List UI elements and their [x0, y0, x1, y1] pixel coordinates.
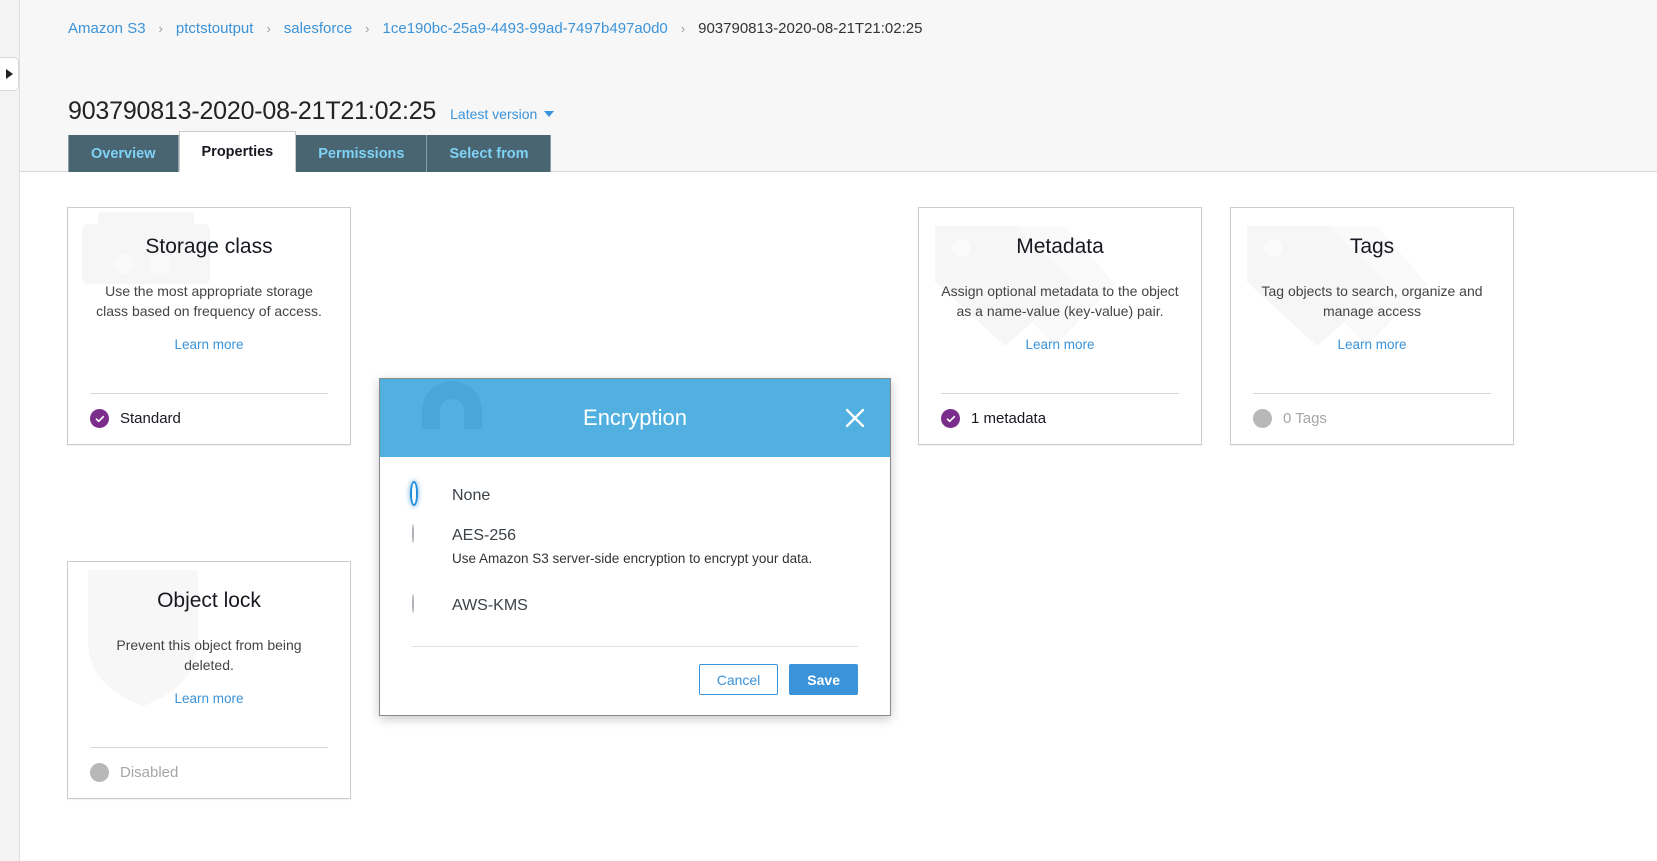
tab-select-from[interactable]: Select from [427, 135, 552, 172]
breadcrumb-separator: › [365, 20, 370, 36]
card-tags-body: Tags Tag objects to search, organize and… [1231, 208, 1513, 354]
page-title: 903790813-2020-08-21T21:02:25 [68, 96, 437, 125]
card-tags-status: 0 Tags [1253, 409, 1491, 428]
breadcrumb-separator: › [158, 20, 163, 36]
tab-bar: Overview Properties Permissions Select f… [68, 131, 552, 172]
encryption-dialog: Encryption None AES-256 Use Amazon S3 se… [379, 378, 891, 717]
encryption-dialog-body: None AES-256 Use Amazon S3 server-side e… [380, 457, 890, 648]
radio-aes256-texts: AES-256 Use Amazon S3 server-side encryp… [452, 524, 812, 568]
radio-aes256-label: AES-256 [452, 527, 517, 544]
card-object-lock-status: Disabled [90, 763, 328, 782]
radio-none-label: None [452, 487, 491, 504]
status-empty-icon [1253, 409, 1272, 428]
card-object-lock-status-label: Disabled [120, 764, 179, 781]
divider [90, 747, 328, 748]
radio-aws-kms-outer [412, 594, 435, 618]
card-storage-class-footer: Standard [90, 393, 328, 428]
card-storage-class-title: Storage class [145, 235, 273, 258]
card-tags-footer: 0 Tags [1253, 393, 1491, 428]
divider [1253, 393, 1491, 394]
status-check-icon [941, 409, 960, 428]
radio-none[interactable] [412, 483, 416, 504]
encryption-dialog-title: Encryption [583, 405, 687, 430]
radio-aws-kms[interactable] [412, 594, 414, 614]
save-button[interactable]: Save [789, 664, 858, 696]
card-metadata-status: 1 metadata [941, 409, 1179, 428]
version-selector-label: Latest version [450, 105, 538, 122]
version-selector[interactable]: Latest version [450, 105, 555, 122]
card-storage-class-body: Storage class Use the most appropriate s… [68, 208, 350, 354]
card-storage-class-status: Standard [90, 409, 328, 428]
content-left-rail [0, 172, 20, 861]
card-tags-description: Tag objects to search, organize and mana… [1261, 283, 1483, 320]
sidebar-expand-toggle[interactable] [0, 57, 19, 91]
card-tags-title: Tags [1349, 235, 1395, 258]
card-tags-learn-more[interactable]: Learn more [1337, 337, 1406, 352]
radio-aes256-description: Use Amazon S3 server-side encryption to … [452, 550, 813, 566]
divider [90, 393, 328, 394]
tab-overview[interactable]: Overview [68, 135, 179, 172]
radio-aes256[interactable] [412, 524, 414, 543]
breadcrumb-item-current: 903790813-2020-08-21T21:02:25 [698, 19, 923, 37]
card-metadata-description: Assign optional metadata to the object a… [941, 283, 1179, 320]
card-object-lock-title: Object lock [157, 589, 261, 612]
card-object-lock-learn-more[interactable]: Learn more [174, 691, 243, 706]
card-storage-class-description: Use the most appropriate storage class b… [96, 283, 322, 320]
card-metadata-body: Metadata Assign optional metadata to the… [919, 208, 1201, 354]
encryption-option-aes256[interactable]: AES-256 Use Amazon S3 server-side encryp… [412, 524, 858, 568]
s3-object-properties-page: Amazon S3 › ptctstoutput › salesforce › … [0, 0, 1657, 861]
encryption-option-aws-kms[interactable]: AWS-KMS [412, 594, 858, 618]
divider [941, 393, 1179, 394]
card-object-lock-body: Object lock Prevent this object from bei… [68, 562, 350, 708]
chevron-right-icon [5, 69, 13, 79]
encryption-options: None AES-256 Use Amazon S3 server-side e… [412, 483, 858, 618]
encryption-dialog-footer: Cancel Save [380, 647, 890, 715]
radio-none-texts: None [452, 484, 490, 507]
card-storage-class-status-label: Standard [120, 410, 181, 427]
properties-content: Storage class Use the most appropriate s… [0, 172, 1657, 861]
card-metadata-title: Metadata [1016, 235, 1104, 258]
tab-properties[interactable]: Properties [178, 131, 297, 172]
breadcrumb-separator: › [266, 20, 271, 36]
breadcrumb-item-bucket[interactable]: ptctstoutput [176, 20, 254, 37]
close-icon[interactable] [840, 403, 870, 433]
card-storage-class[interactable]: Storage class Use the most appropriate s… [67, 207, 351, 445]
card-storage-class-learn-more[interactable]: Learn more [174, 337, 243, 352]
encryption-dialog-header: Encryption [380, 379, 890, 457]
card-metadata-learn-more[interactable]: Learn more [1025, 337, 1094, 352]
breadcrumb-item-guid[interactable]: 1ce190bc-25a9-4493-99ad-7497b497a0d0 [383, 20, 668, 37]
lock-watermark-icon [422, 381, 482, 429]
card-object-lock-footer: Disabled [90, 747, 328, 782]
chevron-down-icon [544, 110, 555, 117]
radio-aws-kms-texts: AWS-KMS [452, 594, 528, 617]
radio-aws-kms-label: AWS-KMS [452, 597, 528, 615]
check-glyph [95, 415, 104, 422]
card-object-lock[interactable]: Object lock Prevent this object from bei… [67, 561, 351, 799]
status-empty-icon [90, 763, 109, 782]
status-check-icon [90, 409, 109, 428]
close-glyph [845, 408, 865, 428]
breadcrumb-separator: › [680, 20, 686, 36]
breadcrumb-item-folder[interactable]: salesforce [284, 20, 352, 37]
sidebar-rail [0, 0, 20, 172]
card-metadata-status-label: 1 metadata [971, 410, 1047, 427]
cancel-button[interactable]: Cancel [698, 664, 779, 696]
card-tags[interactable]: Tags Tag objects to search, organize and… [1230, 207, 1514, 445]
card-tags-status-label: 0 Tags [1283, 410, 1327, 427]
card-object-lock-description: Prevent this object from being deleted. [116, 637, 302, 674]
radio-none-outer [412, 483, 435, 508]
card-metadata[interactable]: Metadata Assign optional metadata to the… [918, 207, 1202, 445]
card-metadata-footer: 1 metadata [941, 393, 1179, 428]
radio-aes256-outer [412, 524, 435, 548]
tab-permissions[interactable]: Permissions [296, 135, 428, 172]
breadcrumb: Amazon S3 › ptctstoutput › salesforce › … [68, 17, 922, 39]
encryption-option-none[interactable]: None [412, 483, 858, 508]
check-glyph [946, 415, 955, 422]
page-header-band: Amazon S3 › ptctstoutput › salesforce › … [0, 0, 1657, 172]
breadcrumb-item-amazon-s3[interactable]: Amazon S3 [68, 20, 146, 37]
